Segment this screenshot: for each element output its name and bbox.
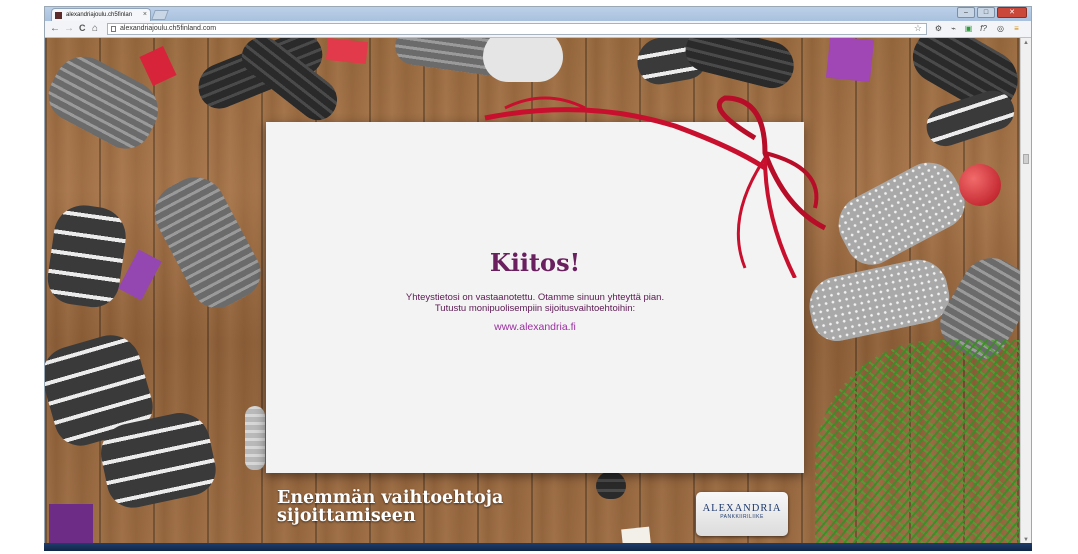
menu-icon[interactable]: ≡ <box>1011 23 1022 34</box>
forward-icon[interactable]: → <box>64 22 74 35</box>
new-tab-button[interactable] <box>151 10 169 20</box>
sock-dotted-right <box>828 152 974 274</box>
sock-bw-left <box>45 201 130 311</box>
red-tag <box>139 46 177 86</box>
title-bar: alexandriajoulu.ch5finlan × – □ ✕ <box>45 7 1031 21</box>
christmas-ornament <box>959 164 1001 206</box>
confirmation-text: Yhteystietosi on vastaanotettu. Otamme s… <box>405 292 665 303</box>
logo-brand: ALEXANDRIA <box>702 503 782 514</box>
minimize-button[interactable]: – <box>957 7 975 18</box>
purple-tag-left <box>118 249 162 301</box>
home-icon[interactable]: ⌂ <box>92 22 98 35</box>
alexandria-link[interactable]: www.alexandria.fi <box>266 321 804 333</box>
os-taskbar <box>44 543 1032 551</box>
scroll-thumb[interactable] <box>1023 154 1029 164</box>
explore-text: Tutustu monipuolisempiin sijoitusvaihtoe… <box>434 303 636 314</box>
red-tag-2 <box>325 38 369 65</box>
maximize-button[interactable]: □ <box>977 7 995 18</box>
browser-window: alexandriajoulu.ch5finlan × – □ ✕ ← → C … <box>44 6 1032 548</box>
close-window-button[interactable]: ✕ <box>997 7 1027 18</box>
tab-close-icon[interactable]: × <box>143 9 147 21</box>
scroll-up-icon[interactable]: ▲ <box>1022 40 1030 46</box>
thank-you-card: Kiitos! Yhteystietosi on vastaanotettu. … <box>266 122 804 473</box>
alexandria-logo[interactable]: ALEXANDRIA PANKKIIRILIIKE <box>696 492 788 536</box>
bookmark-star-icon[interactable]: ☆ <box>914 23 922 33</box>
sock-dark-bottom <box>596 471 626 499</box>
settings-extension-icon[interactable]: ⚙ <box>933 23 944 34</box>
purple-tag <box>825 38 875 83</box>
tool-extension-icon[interactable]: ⌁ <box>948 23 959 34</box>
window-controls: – □ ✕ <box>957 7 1027 20</box>
tagline: Enemmän vaihtoehtoja sijoittamiseen <box>277 489 537 525</box>
purple-cloth <box>49 504 93 544</box>
logo-subtitle: PANKKIIRILIIKE <box>720 514 764 520</box>
address-bar[interactable]: alexandriajoulu.ch5finland.com ☆ <box>107 23 927 35</box>
globe-extension-icon[interactable]: ◎ <box>995 23 1006 34</box>
browser-toolbar: ← → C ⌂ alexandriajoulu.ch5finland.com ☆… <box>45 21 1031 38</box>
fir-branch <box>815 340 1021 545</box>
sock-dark-top-right <box>681 38 799 93</box>
tagline-line1: Enemmän vaihtoehtoja <box>277 488 504 508</box>
sock-light-left <box>245 406 265 470</box>
sock-dotted-right-2 <box>803 254 955 346</box>
sock-white-top <box>483 38 563 82</box>
favicon-icon <box>55 12 62 19</box>
back-icon[interactable]: ← <box>50 22 60 35</box>
sock-grey-left <box>144 166 270 318</box>
page-viewport: Kiitos! Yhteystietosi on vastaanotettu. … <box>45 38 1021 545</box>
vertical-scrollbar[interactable]: ▲ ▼ <box>1020 38 1031 545</box>
reload-icon[interactable]: C <box>79 22 86 35</box>
green-extension-icon[interactable]: ▣ <box>963 23 974 34</box>
card-heading: Kiitos! <box>489 248 581 277</box>
url-text[interactable]: alexandriajoulu.ch5finland.com <box>120 25 216 32</box>
tagline-line2: sijoittamiseen <box>277 506 416 526</box>
function-extension-icon[interactable]: f? <box>978 23 989 34</box>
browser-tab[interactable]: alexandriajoulu.ch5finlan × <box>51 8 151 21</box>
page-icon <box>111 26 116 32</box>
tab-title: alexandriajoulu.ch5finlan <box>66 12 133 18</box>
